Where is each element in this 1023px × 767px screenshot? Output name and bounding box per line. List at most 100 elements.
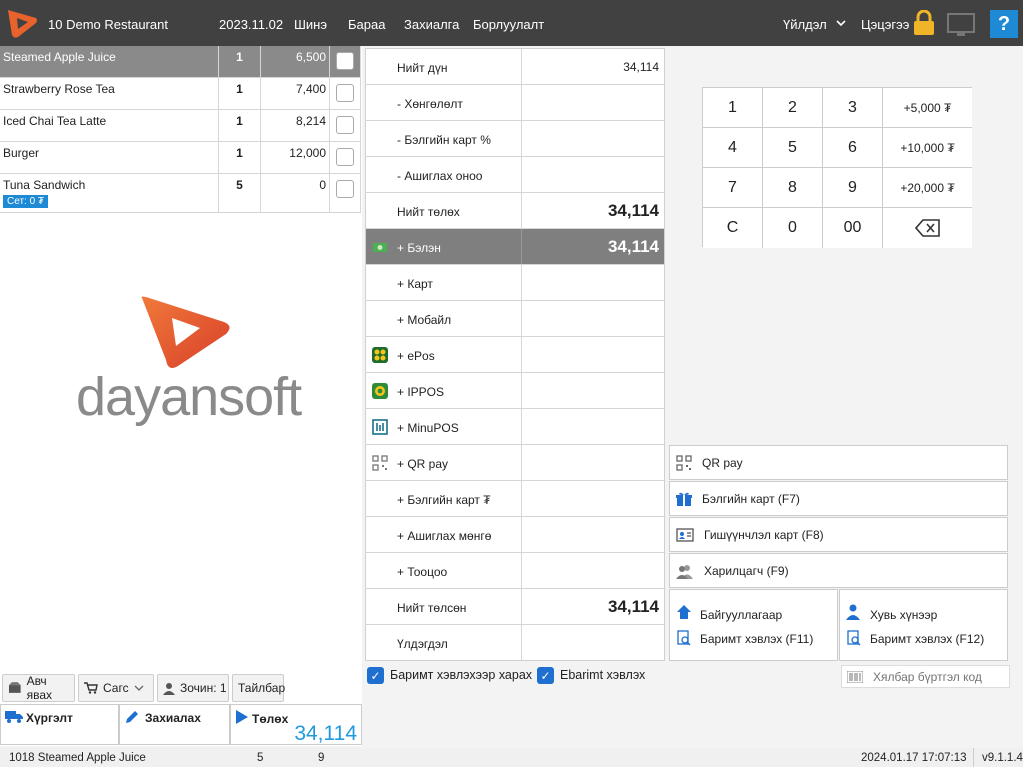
key-00[interactable]: 00 bbox=[823, 208, 883, 248]
menu-orders[interactable]: Захиалга bbox=[404, 17, 459, 32]
key-backspace[interactable] bbox=[883, 208, 972, 248]
pay-label: Төлөх bbox=[252, 712, 289, 726]
pay-amount: 34,114 bbox=[294, 722, 357, 745]
person-icon bbox=[163, 682, 175, 695]
business-date: 2023.11.02 bbox=[219, 17, 284, 32]
payment-row-giftcard-percent[interactable]: - Бэлгийн карт % bbox=[366, 121, 664, 157]
play-icon bbox=[236, 710, 248, 724]
numpad: 1 2 3 +5,000 ₮ 4 5 6 +10,000 ₮ 7 8 9 +20… bbox=[702, 87, 972, 248]
customer-button[interactable]: Харилцагч (F9) bbox=[669, 553, 1008, 588]
ebarimt-print-checkbox[interactable]: ✓ bbox=[537, 667, 554, 684]
menu-sales[interactable]: Борлуулалт bbox=[473, 17, 544, 32]
item-checkbox[interactable] bbox=[336, 148, 354, 166]
chevron-down-icon bbox=[134, 685, 144, 691]
gift-card-button[interactable]: Бэлгийн карт (F7) bbox=[669, 481, 1008, 516]
key-8[interactable]: 8 bbox=[763, 168, 823, 208]
key-plus-20000[interactable]: +20,000 ₮ bbox=[883, 168, 972, 208]
item-qty[interactable]: 5 bbox=[218, 173, 261, 213]
guests-label: Зочин: 1 bbox=[180, 681, 227, 695]
item-qty[interactable]: 1 bbox=[218, 141, 261, 174]
note-label: Тайлбар bbox=[238, 681, 286, 695]
order-row[interactable]: Iced Chai Tea Latte 1 8,214 bbox=[0, 109, 361, 142]
minupos-icon bbox=[372, 419, 388, 435]
place-order-label: Захиалах bbox=[145, 711, 201, 725]
key-clear[interactable]: C bbox=[703, 208, 763, 248]
takeaway-button[interactable]: Авч явах bbox=[2, 674, 75, 702]
lock-icon[interactable] bbox=[913, 10, 935, 36]
total-due-value: 34,114 bbox=[607, 201, 659, 220]
key-7[interactable]: 7 bbox=[703, 168, 763, 208]
guests-button[interactable]: Зочин: 1 bbox=[157, 674, 229, 702]
item-name: Iced Chai Tea Latte bbox=[0, 109, 219, 142]
payment-row-settlement[interactable]: + Тооцоо bbox=[366, 553, 664, 589]
barcode-input-box[interactable] bbox=[841, 665, 1010, 688]
item-checkbox[interactable] bbox=[336, 52, 354, 70]
payment-row-cash[interactable]: + Бэлэн 34,114 bbox=[366, 229, 664, 265]
item-qty[interactable]: 1 bbox=[218, 77, 261, 110]
item-checkbox[interactable] bbox=[336, 180, 354, 198]
order-row[interactable]: Strawberry Rose Tea 1 7,400 bbox=[0, 77, 361, 110]
individual-label: Хувь хүнээр bbox=[870, 608, 938, 622]
key-5[interactable]: 5 bbox=[763, 128, 823, 168]
key-plus-5000[interactable]: +5,000 ₮ bbox=[883, 88, 972, 128]
payment-row-ippos[interactable]: + IPPOS bbox=[366, 373, 664, 409]
pay-button[interactable]: Төлөх 34,114 bbox=[230, 704, 362, 745]
chevron-down-icon[interactable] bbox=[836, 19, 846, 27]
users-icon bbox=[676, 564, 693, 579]
set-badge: Сет: 0 ₮ bbox=[3, 195, 49, 208]
cart-button[interactable]: Сагс bbox=[78, 674, 154, 702]
customer-label: Харилцагч (F9) bbox=[704, 563, 789, 578]
delivery-button[interactable]: Хүргэлт bbox=[0, 704, 119, 745]
membership-card-label: Гишүүнчлэл карт (F8) bbox=[704, 527, 824, 542]
payment-row-points[interactable]: - Ашиглах оноо bbox=[366, 157, 664, 193]
monitor-icon[interactable] bbox=[946, 12, 976, 38]
status-bar: 1018 Steamed Apple Juice 5 9 2024.01.17 … bbox=[0, 748, 1023, 767]
payment-row-mobile[interactable]: + Мобайл bbox=[366, 301, 664, 337]
menu-new[interactable]: Шинэ bbox=[294, 17, 327, 32]
user-name[interactable]: Цэцэгээ bbox=[861, 17, 909, 32]
order-row[interactable]: Steamed Apple Juice 1 6,500 bbox=[0, 46, 361, 78]
backspace-icon bbox=[914, 219, 940, 237]
item-qty[interactable]: 1 bbox=[218, 46, 261, 78]
epos-icon bbox=[372, 347, 388, 363]
item-checkbox[interactable] bbox=[336, 84, 354, 102]
help-icon[interactable]: ? bbox=[990, 10, 1018, 38]
payment-row-balance: Үлдэгдэл bbox=[366, 625, 664, 661]
status-item: 1018 Steamed Apple Juice bbox=[9, 752, 146, 764]
note-button[interactable]: Тайлбар bbox=[232, 674, 286, 702]
barcode-input[interactable] bbox=[873, 669, 1003, 684]
payment-row-use-money[interactable]: + Ашиглах мөнгө bbox=[366, 517, 664, 553]
individual-receipt-button[interactable]: Хувь хүнээр Баримт хэвлэх (F12) bbox=[839, 589, 1008, 661]
total-value: 34,114 bbox=[623, 60, 659, 74]
order-row[interactable]: Tuna Sandwich Сет: 0 ₮ 5 0 bbox=[0, 173, 361, 213]
item-qty[interactable]: 1 bbox=[218, 109, 261, 142]
item-checkbox[interactable] bbox=[336, 116, 354, 134]
key-plus-10000[interactable]: +10,000 ₮ bbox=[883, 128, 972, 168]
gift-card-label: Бэлгийн карт (F7) bbox=[702, 491, 800, 506]
id-card-icon bbox=[676, 527, 694, 542]
order-row[interactable]: Burger 1 12,000 bbox=[0, 141, 361, 174]
membership-card-button[interactable]: Гишүүнчлэл карт (F8) bbox=[669, 517, 1008, 552]
payment-row-giftcard[interactable]: + Бэлгийн карт ₮ bbox=[366, 481, 664, 517]
qr-pay-button[interactable]: QR pay bbox=[669, 445, 1008, 480]
preview-receipt-label: Баримт хэвлэхээр харах bbox=[390, 668, 533, 682]
key-0[interactable]: 0 bbox=[763, 208, 823, 248]
preview-receipt-checkbox[interactable]: ✓ bbox=[367, 667, 384, 684]
payment-row-card[interactable]: + Карт bbox=[366, 265, 664, 301]
key-1[interactable]: 1 bbox=[703, 88, 763, 128]
actions-menu[interactable]: Үйлдэл bbox=[783, 17, 827, 32]
menu-products[interactable]: Бараа bbox=[348, 17, 385, 32]
key-2[interactable]: 2 bbox=[763, 88, 823, 128]
organization-receipt-button[interactable]: Байгууллагаар Баримт хэвлэх (F11) bbox=[669, 589, 838, 661]
key-6[interactable]: 6 bbox=[823, 128, 883, 168]
key-3[interactable]: 3 bbox=[823, 88, 883, 128]
key-4[interactable]: 4 bbox=[703, 128, 763, 168]
payment-row-minupos[interactable]: + MinuPOS bbox=[366, 409, 664, 445]
cart-label: Сагс bbox=[103, 681, 129, 695]
key-9[interactable]: 9 bbox=[823, 168, 883, 208]
payment-row-qrpay[interactable]: + QR pay bbox=[366, 445, 664, 481]
payment-row-epos[interactable]: + ePos bbox=[366, 337, 664, 373]
place-order-button[interactable]: Захиалах bbox=[119, 704, 230, 745]
dayansoft-logo-icon bbox=[141, 296, 230, 368]
payment-row-discount[interactable]: - Хөнгөлөлт bbox=[366, 85, 664, 121]
